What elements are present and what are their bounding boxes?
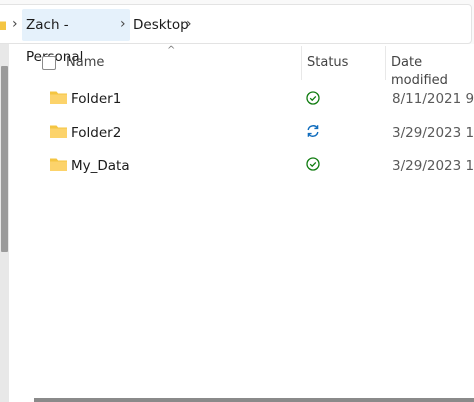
file-name[interactable]: My_Data — [71, 157, 130, 175]
column-divider[interactable] — [385, 46, 386, 80]
chevron-right-icon[interactable]: › — [186, 17, 192, 31]
column-header-status[interactable]: Status — [307, 54, 348, 72]
folder-icon — [50, 158, 67, 171]
chevron-right-icon: › — [12, 16, 18, 32]
address-bar-area: › Zach - Personal › Desktop › — [0, 0, 474, 65]
file-name[interactable]: Folder2 — [71, 124, 121, 142]
syncing-icon — [307, 125, 319, 137]
breadcrumb-item-desktop[interactable]: Desktop — [129, 9, 193, 41]
select-all-checkbox[interactable] — [42, 56, 56, 70]
folder-icon — [50, 91, 67, 104]
sync-complete-icon — [306, 157, 320, 171]
column-header-name[interactable]: Name — [66, 54, 104, 72]
sync-complete-icon — [306, 91, 320, 105]
horizontal-scrollbar[interactable] — [34, 398, 474, 402]
folder-icon — [0, 21, 6, 30]
file-name[interactable]: Folder1 — [71, 90, 121, 108]
sort-ascending-icon: ^ — [167, 45, 176, 56]
column-divider[interactable] — [301, 46, 302, 80]
date-modified-cell: 3/29/2023 12:5 — [392, 158, 474, 174]
folder-icon — [50, 125, 67, 138]
scrollbar-thumb[interactable] — [1, 66, 8, 252]
breadcrumb-item-zach-personal[interactable]: Zach - Personal — [22, 9, 130, 65]
date-modified-cell: 3/29/2023 12:5 — [392, 125, 474, 141]
date-modified-cell: 8/11/2021 9:12 — [392, 91, 474, 107]
chevron-right-icon[interactable]: › — [120, 17, 126, 31]
